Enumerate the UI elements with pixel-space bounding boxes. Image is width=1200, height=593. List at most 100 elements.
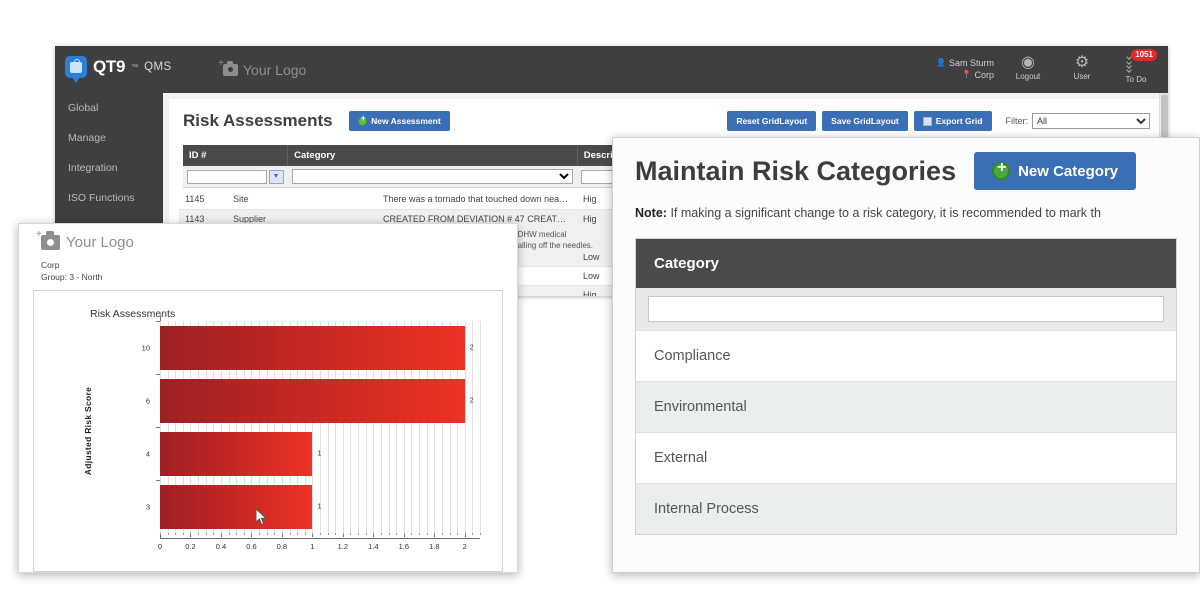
category-row-environmental[interactable]: Environmental	[636, 381, 1176, 432]
sidebar-item-integration[interactable]: Integration	[55, 153, 163, 183]
chart-x-tick-minor	[358, 533, 360, 535]
user-name: Sam Sturm	[948, 58, 994, 68]
categories-note-text: If making a significant change to a risk…	[670, 206, 1101, 220]
chart-x-tick-minor	[411, 533, 413, 535]
brand-name: QT9	[93, 57, 126, 76]
filter-cell-id: ▼	[183, 166, 288, 188]
brand-tm: ™	[131, 63, 139, 71]
gear-icon: ⚙	[1074, 54, 1090, 71]
filter-select[interactable]: All	[1032, 113, 1150, 129]
chart-meta: Corp Group: 3 - North	[19, 251, 517, 290]
chart-x-tick-minor	[480, 533, 481, 535]
sidebar-item-iso-functions[interactable]: ISO Functions	[55, 183, 163, 213]
category-row-internal-process[interactable]: Internal Process	[636, 483, 1176, 534]
chart-x-tick-minor	[335, 533, 337, 535]
export-grid-icon	[922, 116, 932, 126]
chart-x-tick-label: 1.6	[398, 542, 410, 551]
category-row-external[interactable]: External	[636, 432, 1176, 483]
chart-x-tick-minor	[259, 533, 261, 535]
user-label: User	[1073, 72, 1091, 81]
chart-x-tick-minor	[441, 533, 443, 535]
categories-filter-input[interactable]	[648, 296, 1164, 322]
chart-x-tick-minor	[213, 533, 215, 535]
reset-gridlayout-label: Reset GridLayout	[736, 116, 808, 126]
chart-x-tick-minor	[312, 533, 314, 535]
save-gridlayout-button[interactable]: Save GridLayout	[822, 111, 908, 131]
chart-bar-value-label: 2	[469, 397, 474, 404]
chart-x-tick-minor	[220, 533, 222, 535]
filter-input-id[interactable]	[187, 169, 267, 184]
plus-circle-icon	[992, 159, 1011, 180]
chart-x-tick-minor	[373, 533, 375, 535]
chart-x-tick-label: 0.8	[276, 542, 288, 551]
user-org: Corp	[974, 70, 994, 80]
chart-bar[interactable]	[160, 378, 465, 423]
scrollbar-thumb[interactable]	[1161, 95, 1168, 141]
new-category-button[interactable]: New Category	[974, 152, 1137, 190]
categories-panel-header: Maintain Risk Categories New Category	[613, 138, 1199, 200]
chart-x-tick-minor	[182, 533, 184, 535]
chart-bar[interactable]	[160, 484, 313, 529]
header-item-todo[interactable]: 1051 To Do	[1116, 49, 1157, 84]
chart-x-tick-minor	[365, 533, 367, 535]
column-header-id[interactable]: ID #	[183, 145, 289, 166]
qt9-logo[interactable]: QT9 ™ QMS	[65, 56, 172, 83]
filter-select-category[interactable]	[291, 169, 574, 184]
grid-toolbar: Reset GridLayout Save GridLayout Export …	[727, 111, 1150, 131]
chart-title: Risk Assessments	[90, 308, 176, 320]
chart-x-tick-minor	[160, 533, 161, 535]
chart-x-tick-minor	[457, 533, 459, 535]
todo-badge: 1051	[1131, 49, 1157, 61]
your-logo-placeholder[interactable]: + Your Logo	[218, 58, 306, 78]
sidebar-item-global[interactable]: Global	[55, 93, 163, 123]
chart-org: Corp	[41, 260, 60, 270]
chart-plot-box: Risk Assessments Adjusted Risk Score 2 10…	[33, 290, 503, 572]
cell-id: 1145	[179, 190, 227, 210]
chart-logo-label: Your Logo	[66, 234, 134, 251]
categories-table: Category Compliance Environmental Extern…	[635, 238, 1177, 535]
cell-category: Site	[227, 190, 377, 210]
new-assessment-button[interactable]: New Assessment	[349, 111, 450, 131]
chart-x-tick-label: 1.4	[368, 542, 379, 551]
chart-x-tick-minor	[388, 533, 390, 535]
chart-x-tick-label: 1.8	[429, 542, 440, 551]
chart-bar[interactable]	[160, 431, 313, 476]
location-pin-icon: 📍	[961, 70, 972, 79]
chart-x-tick-minor	[281, 533, 283, 535]
header-item-logout[interactable]: ◉ Logout	[1008, 52, 1048, 81]
save-gridlayout-label: Save GridLayout	[831, 116, 899, 126]
chart-x-tick-label: 2	[462, 542, 467, 551]
header-item-user[interactable]: ⚙ User	[1062, 52, 1102, 81]
category-row-compliance[interactable]: Compliance	[636, 330, 1176, 381]
export-grid-button[interactable]: Export Grid	[913, 111, 992, 131]
column-header-category[interactable]: Category	[287, 145, 578, 166]
person-icon: 👤	[936, 58, 946, 67]
table-row[interactable]: 1145 Site There was a tornado that touched…	[179, 190, 625, 210]
user-info: 👤 Sam Sturm 📍 Corp	[936, 52, 994, 81]
chart-x-tick-minor	[419, 533, 421, 535]
chart-x-tick-minor	[266, 533, 268, 535]
chart-x-tick-minor	[274, 533, 276, 535]
mouse-cursor	[256, 509, 268, 526]
chart-x-tick-minor	[342, 533, 344, 535]
chart-bar-value-label: 1	[317, 503, 322, 510]
chart-bar[interactable]	[160, 325, 465, 370]
categories-note-label: Note:	[635, 206, 667, 220]
chart-x-tick-minor	[228, 533, 230, 535]
sidebar-item-manage[interactable]: Manage	[55, 123, 163, 153]
chart-x-tick-label: 1.2	[337, 542, 349, 551]
categories-column-header[interactable]: Category	[636, 239, 1176, 288]
filter-icon-id[interactable]: ▼	[268, 169, 284, 184]
chart-x-tick-minor	[320, 533, 321, 535]
reset-gridlayout-button[interactable]: Reset GridLayout	[727, 111, 817, 131]
chart-group: Group: 3 - North	[41, 271, 103, 282]
chart-gridline	[480, 321, 481, 533]
chart-your-logo[interactable]: + Your Logo	[19, 224, 517, 251]
chart-x-axis-line	[160, 538, 480, 539]
header-right-cluster: 👤 Sam Sturm 📍 Corp ◉ Logout ⚙ User 1051 T	[936, 49, 1157, 84]
chart-x-tick-minor	[449, 533, 451, 535]
chart-report-window: + Your Logo Corp Group: 3 - North Risk A…	[18, 223, 518, 573]
chart-x-tick-minor	[167, 533, 169, 535]
chart-x-tick-label: 0.6	[246, 542, 257, 551]
tooltip-line-1: 171 DHW medical	[502, 230, 567, 239]
